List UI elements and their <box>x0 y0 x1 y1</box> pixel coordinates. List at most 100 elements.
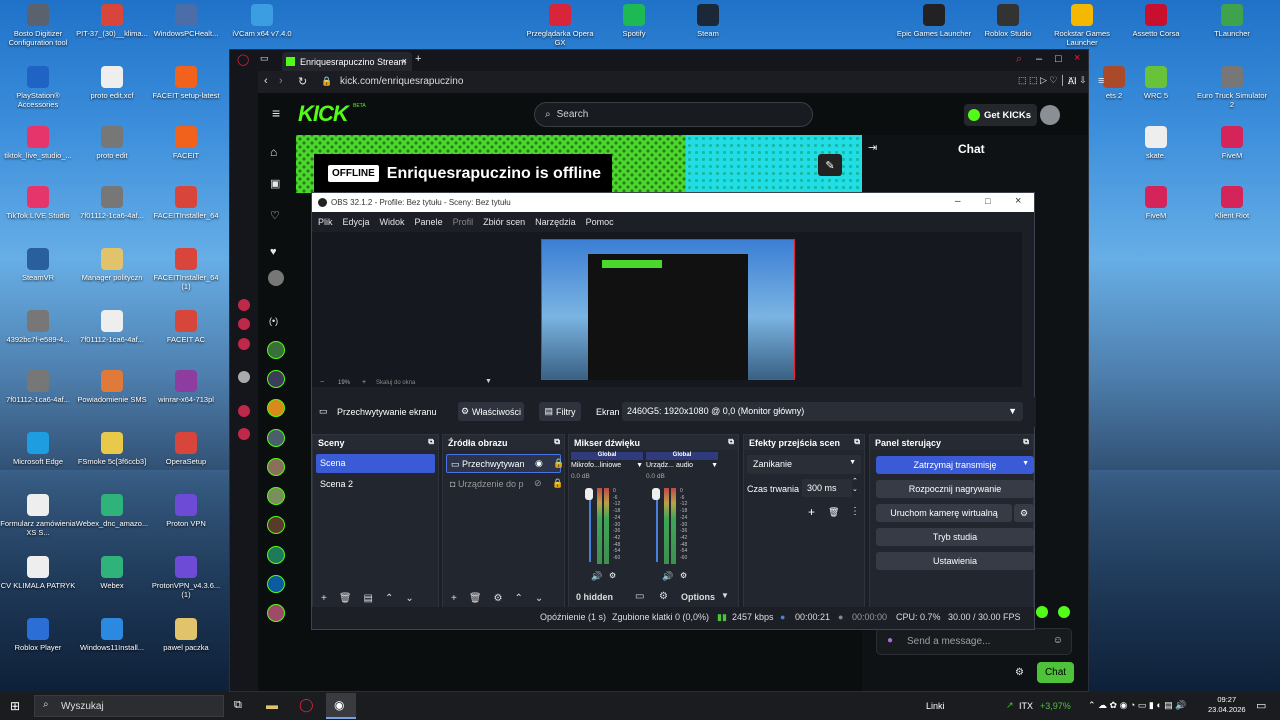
dock-undock-icon[interactable]: ⧉ <box>554 437 560 447</box>
desktop-icon[interactable]: WindowsPCHealt... <box>148 4 224 38</box>
mixer-link-icon[interactable]: ⚙ <box>659 591 668 602</box>
kick-logo[interactable]: KICK <box>298 101 349 127</box>
channel-avatar[interactable] <box>267 575 285 593</box>
options-button[interactable]: Options <box>681 592 715 602</box>
favorites-icon[interactable]: ♥ <box>270 246 277 258</box>
desktop-icon[interactable]: Przeglądarka Opera GX <box>522 4 598 47</box>
links-toolbar[interactable]: Linki <box>926 701 945 711</box>
menu-item[interactable]: Edycja <box>343 217 370 227</box>
obs-maximize-icon[interactable]: □ <box>985 196 990 206</box>
channel-avatar[interactable] <box>267 516 285 534</box>
volume-fader[interactable] <box>656 490 658 562</box>
avatar[interactable] <box>1040 105 1060 125</box>
desktop-icon[interactable]: Spotify <box>596 4 672 38</box>
desktop-icon[interactable]: FACEITInstaller_64 <box>148 186 224 220</box>
hamburger-icon[interactable]: ≡ <box>272 105 280 121</box>
stop-streaming-button[interactable]: Zatrzymaj transmisję ▼ <box>876 456 1034 474</box>
desktop-icon[interactable]: FACEIT <box>148 126 224 160</box>
source-item[interactable]: ◘ Urządzenie do p ⊘ 🔒 <box>446 475 563 494</box>
desktop-icon[interactable]: Bosto Digitizer Configuration tool <box>0 4 76 47</box>
desktop-icon[interactable]: Assetto Corsa <box>1118 4 1194 38</box>
sidebar-clock-icon[interactable] <box>238 405 250 417</box>
emote-icon[interactable] <box>1058 606 1070 618</box>
desktop-icon[interactable]: Formularz zamówienia XS S... <box>0 494 76 537</box>
desktop-icon[interactable]: Rockstar Games Launcher <box>1044 4 1120 47</box>
chat-settings-icon[interactable]: ⚙ <box>1015 667 1024 678</box>
desktop-icon[interactable]: WRC 5 <box>1118 66 1194 100</box>
desktop-icon[interactable]: Manager polityczn <box>74 248 150 282</box>
preview-capture[interactable] <box>541 239 795 380</box>
desktop-icon[interactable]: Epic Games Launcher <box>896 4 972 38</box>
chevron-down-icon[interactable]: ▼ <box>1022 460 1029 467</box>
kick-search-input[interactable]: ⌕ Search <box>534 102 813 127</box>
desktop-icon[interactable]: Proton VPN <box>148 494 224 528</box>
desktop-icon[interactable]: OperaSetup <box>148 432 224 466</box>
desktop-icon[interactable]: FACEIT setup-latest <box>148 66 224 100</box>
desktop-icon[interactable]: PlayStation® Accessories <box>0 66 76 109</box>
duration-input[interactable]: 300 ms <box>802 479 852 497</box>
start-recording-button[interactable]: Rozpocznij nagrywanie <box>876 480 1034 498</box>
scene-item[interactable]: Scena <box>316 454 435 473</box>
studio-mode-button[interactable]: Tryb studia <box>876 528 1034 546</box>
volume-fader[interactable] <box>589 490 591 562</box>
zoom-in-icon[interactable]: + <box>362 379 366 386</box>
browse-icon[interactable]: ▣ <box>270 177 280 190</box>
more-options-icon[interactable]: ⋮ <box>850 506 860 517</box>
collapse-chat-icon[interactable]: ⇥ <box>868 141 877 154</box>
menu-item[interactable]: Zbiór scen <box>483 217 525 227</box>
channel-avatar[interactable] <box>267 546 285 564</box>
tab-list-icon[interactable]: ▭ <box>260 53 269 64</box>
desktop-icon[interactable]: SteamVR <box>0 248 76 282</box>
fader-handle[interactable] <box>585 488 593 500</box>
mixer-layout-icon[interactable]: ▭ <box>635 591 644 602</box>
new-tab-icon[interactable]: + <box>415 53 421 65</box>
notifications-icon[interactable]: ▭ <box>1256 699 1266 712</box>
minimize-icon[interactable]: – <box>1036 53 1042 65</box>
channel-avatar[interactable] <box>267 604 285 622</box>
menu-item[interactable]: Pomoc <box>586 217 614 227</box>
following-icon[interactable]: ♡ <box>270 209 280 222</box>
scale-dropdown-icon[interactable]: ▼ <box>485 378 492 385</box>
desktop-icon[interactable]: TLauncher <box>1194 4 1270 38</box>
obs-close-icon[interactable]: × <box>1015 195 1021 207</box>
maximize-icon[interactable]: □ <box>1055 53 1062 65</box>
desktop-icon[interactable]: Roblox Player <box>0 618 76 652</box>
menu-item[interactable]: Plik <box>318 217 333 227</box>
start-icon[interactable]: ⊞ <box>10 699 20 713</box>
screen-select[interactable]: 2460G5: 1920x1080 @ 0,0 (Monitor główny)… <box>622 402 1023 421</box>
desktop-icon[interactable]: Roblox Studio <box>970 4 1046 38</box>
channel-avatar[interactable] <box>267 370 285 388</box>
sidebar-settings-icon[interactable] <box>238 428 250 440</box>
desktop-icon[interactable]: Steam <box>670 4 746 38</box>
obs-preview[interactable]: − 19% + Skaluj do okna ▼ <box>312 232 1022 387</box>
stock-ticker[interactable]: ITX <box>1019 701 1033 711</box>
channel-avatar[interactable] <box>267 399 285 417</box>
tab-kick[interactable]: Enriquesrapuczino Stream × <box>282 52 412 71</box>
add-scene-icon[interactable]: + <box>321 593 327 604</box>
channel-avatar[interactable] <box>267 429 285 447</box>
fader-handle[interactable] <box>652 488 660 500</box>
emote-icon[interactable] <box>1036 606 1048 618</box>
menu-item[interactable]: Widok <box>380 217 405 227</box>
delete-source-icon[interactable]: 🗑 <box>469 593 482 604</box>
sidebar-app-icon[interactable] <box>238 338 250 350</box>
desktop-icon[interactable]: CV KLIMALA PATRYK <box>0 556 76 590</box>
dock-undock-icon[interactable]: ⧉ <box>428 437 434 447</box>
desktop-icon[interactable]: pawel paczka <box>148 618 224 652</box>
move-down-icon[interactable]: ⌄ <box>405 593 413 604</box>
desktop-icon[interactable]: FACEITInstaller_64 (1) <box>148 248 224 291</box>
filters-button[interactable]: ▤ Filtry <box>539 402 581 421</box>
channel-settings-icon[interactable]: ⚙ <box>609 571 616 580</box>
desktop-icon[interactable]: proto edit.xcf <box>74 66 150 100</box>
channel-avatar[interactable] <box>267 487 285 505</box>
opera-gx-icon[interactable]: ◯ <box>237 53 249 66</box>
desktop-icon[interactable]: 7f01112-1ca6-4af... <box>0 370 76 404</box>
scene-filter-icon[interactable]: ▤ <box>364 593 373 604</box>
delete-scene-icon[interactable]: 🗑 <box>339 593 352 604</box>
desktop-icon[interactable]: ProtonVPN_v4.3.6... (1) <box>148 556 224 599</box>
task-view-icon[interactable]: ⧉ <box>234 699 242 712</box>
channel-avatar[interactable] <box>267 458 285 476</box>
home-icon[interactable]: ⌂ <box>270 145 277 159</box>
desktop-icon[interactable]: Euro Truck Simulator 2 <box>1194 66 1270 109</box>
scene-item[interactable]: Scena 2 <box>316 474 435 493</box>
